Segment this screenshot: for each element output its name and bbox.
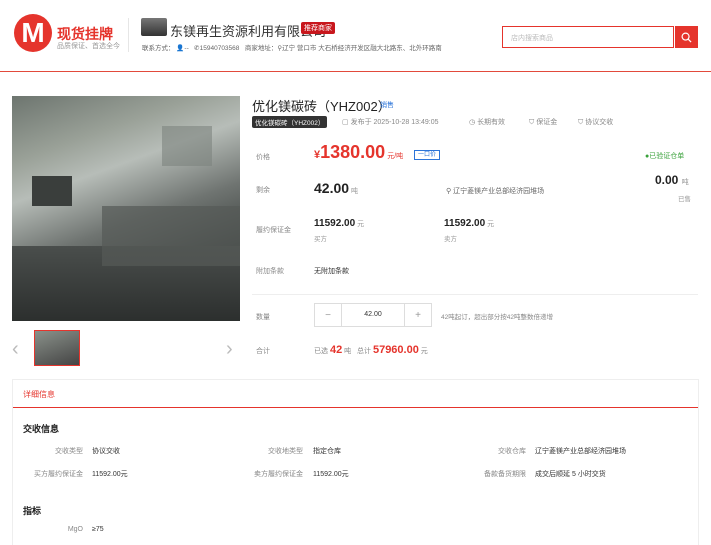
header-divider [128, 18, 129, 52]
calendar-icon: ▢ [342, 119, 349, 126]
publish-time-text: 发布于 2025-10-28 13:49:05 [350, 119, 439, 126]
buyer-deposit-number: 11592.00 [314, 218, 356, 229]
publish-time: ▢ 发布于 2025-10-28 13:49:05 [342, 117, 439, 127]
stock-location: ⚲ 辽宁菱镁产业总部经济园堆场 [446, 186, 544, 196]
total-prefix: 总计 [357, 348, 371, 355]
next-arrow-icon[interactable]: › [226, 338, 233, 361]
search-input[interactable]: 店内搜索商品 [502, 26, 674, 48]
index-value: ≥75 [92, 526, 104, 533]
detail-value: 11592.00元 [92, 471, 128, 478]
delivery-info-title: 交收信息 [23, 424, 60, 434]
location-pin-icon: ⚲ [446, 188, 452, 195]
stock-location-text: 辽宁菱镁产业总部经济园堆场 [453, 188, 545, 195]
validity: ◷ 长期有效 [469, 117, 505, 127]
delivery-mode: ⛉ 协议交收 [578, 117, 613, 127]
selected-unit: 吨 [344, 348, 352, 355]
remaining-unit: 吨 [351, 188, 359, 195]
remaining-number: 42.00 [314, 180, 350, 196]
deposit-note: ⛉ 保证金 [529, 117, 557, 127]
total-amount: 57960.00 [372, 344, 419, 356]
seller-deposit-unit: 元 [487, 221, 495, 228]
tab-details[interactable]: 详细信息 [13, 380, 698, 408]
selected-prefix: 已选 [314, 348, 328, 355]
quantity-input[interactable]: 42.00 [341, 304, 405, 326]
detail-value: 协议交收 [92, 448, 120, 455]
company-contact: 联系方式： 👤-- ✆15940703568 商家地址：⚲辽宁 营口市 大石桥经… [142, 42, 442, 52]
total-unit: 元 [420, 348, 428, 355]
detail-label: 交收类型 [55, 448, 83, 455]
product-code-badge: 优化镁碳砖（YHZ002） [252, 116, 328, 128]
buyer-deposit-unit: 元 [357, 221, 365, 228]
extra-terms-label: 附加条款 [256, 268, 284, 275]
address-label: 商家地址： [244, 45, 278, 52]
detail-label: 备款备货期限 [484, 471, 526, 478]
price-number: 1380.00 [320, 142, 386, 162]
product-image[interactable] [12, 96, 240, 321]
prev-arrow-icon[interactable]: ‹ [12, 338, 19, 361]
index-title: 指标 [23, 506, 42, 516]
clock-icon: ◷ [469, 119, 476, 126]
contact-phone: 15940703568 [199, 45, 240, 52]
section-divider [252, 294, 698, 295]
validity-text: 长期有效 [477, 119, 506, 126]
buyer-label: 买方 [314, 236, 327, 243]
price-type-button[interactable]: 一口价 [414, 150, 440, 160]
detail-label: 买方履约保证金 [34, 471, 83, 478]
company-address: 辽宁 营口市 大石桥经济开发区融大北路东、北外环路南 [282, 45, 442, 52]
product-title: 优化镁碳砖（YHZ002） [252, 99, 391, 114]
brand-subtitle: 品质保证、首选全今 [57, 43, 120, 50]
status-tag: 销售 [380, 102, 394, 109]
deposit-note-text: 保证金 [536, 119, 558, 126]
selected-quantity: 42 [329, 344, 343, 356]
shield-icon: ⛉ [529, 119, 535, 126]
quantity-hint: 42吨起订，超出部分按42吨整数倍递增 [441, 314, 553, 321]
total-summary: 已选 42 吨 总计 57960.00 元 [314, 344, 428, 356]
sold-number: 0.00 [655, 173, 679, 187]
detail-value: 指定仓库 [313, 448, 341, 455]
price-label: 价格 [256, 154, 270, 161]
verified-badge: ●已验证仓单 [645, 151, 684, 161]
total-label: 合计 [256, 348, 270, 355]
sold-label: 已售 [678, 196, 691, 203]
quantity-stepper: − 42.00 + [314, 303, 432, 327]
extra-terms-value: 无附加条款 [314, 268, 349, 275]
sold-unit: 吨 [681, 179, 689, 186]
verified-text: 已验证仓单 [649, 153, 685, 160]
thumbnail-image[interactable] [34, 330, 80, 366]
page-header: M 现货挂牌 品质保证、首选全今 东镁再生资源利用有限公司 推荐商家 联系方式：… [0, 0, 711, 72]
detail-label: 卖方履约保证金 [254, 471, 303, 478]
detail-value: 辽宁菱镁产业总部经济园堆场 [535, 448, 626, 455]
detail-value: 成交后顺延 5 小时交货 [535, 471, 606, 478]
thumbnail-strip: ‹ › [12, 330, 240, 366]
sold-value: 0.00 吨 [655, 173, 689, 187]
quantity-plus-button[interactable]: + [405, 304, 431, 326]
company-badge: 推荐商家 [301, 22, 335, 34]
detail-label: 交收地类型 [268, 448, 303, 455]
quantity-label: 数量 [256, 314, 270, 321]
remaining-label: 剩余 [256, 187, 270, 194]
buyer-deposit: 11592.00 元 [314, 218, 364, 229]
deposit-label: 履约保证金 [256, 227, 291, 234]
price-value: ¥1380.00 元/吨 [314, 142, 403, 163]
detail-value: 11592.00元 [313, 471, 349, 478]
seller-deposit-number: 11592.00 [444, 218, 486, 229]
handshake-icon: ⛉ [578, 119, 584, 126]
seller-deposit: 11592.00 元 [444, 218, 494, 229]
contact-person: -- [184, 45, 189, 52]
seller-label: 卖方 [444, 236, 457, 243]
detail-label: 交收仓库 [498, 448, 526, 455]
delivery-mode-text: 协议交收 [585, 119, 614, 126]
details-panel: 详细信息 交收信息 交收类型 协议交收 交收地类型 指定仓库 交收仓库 辽宁菱镁… [12, 379, 699, 545]
contact-label: 联系方式： [142, 45, 175, 52]
search-icon [681, 32, 692, 43]
remaining-value: 42.00 吨 [314, 180, 358, 196]
quantity-minus-button[interactable]: − [315, 304, 341, 326]
search-button[interactable] [675, 26, 698, 48]
brand-logo[interactable]: M [14, 14, 52, 52]
company-logo [141, 18, 167, 36]
index-label: MgO [67, 526, 83, 533]
price-unit: 元/吨 [387, 153, 404, 160]
